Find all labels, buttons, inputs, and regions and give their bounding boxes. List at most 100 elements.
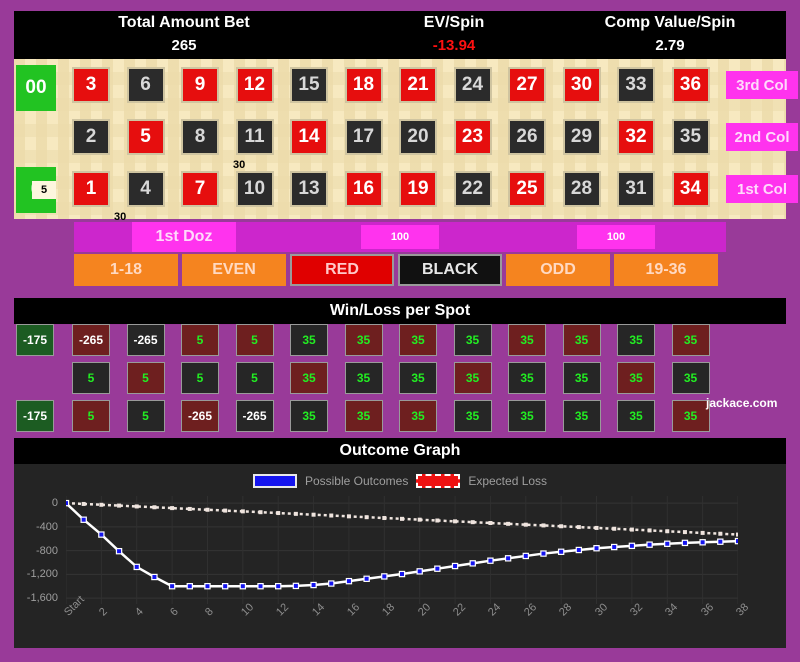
column-bet-2[interactable]: 2nd Col <box>726 123 798 151</box>
roulette-analyzer: Total Amount Bet 265 EV/Spin -13.94 Comp… <box>0 0 800 662</box>
bet-spot-24[interactable]: 24 <box>453 67 492 103</box>
stat-value: 2.79 <box>655 37 685 54</box>
stat-ev-per-spin: EV/Spin -13.94 <box>354 11 554 59</box>
winloss-cell: 35 <box>617 324 655 356</box>
bet-spot-23[interactable]: 23 <box>453 119 492 155</box>
winloss-cell: 35 <box>453 362 492 394</box>
bet-spot-29[interactable]: 29 <box>562 119 601 155</box>
winloss-cell: -265 <box>126 324 165 356</box>
outside-bets[interactable]: 1-18 EVEN RED BLACK ODD 19-36 <box>14 254 786 286</box>
stat-title: Comp Value/Spin <box>604 14 736 31</box>
bet-spot-4[interactable]: 4 <box>126 171 165 207</box>
bet-spot-7[interactable]: 7 <box>181 171 219 207</box>
bet-spot-28[interactable]: 28 <box>562 171 601 207</box>
winloss-cell: 35 <box>344 400 383 432</box>
bet-spot-6[interactable]: 6 <box>126 67 165 103</box>
outside-bet-even[interactable]: EVEN <box>182 254 286 286</box>
winloss-cell: -265 <box>235 400 274 432</box>
stat-value: 265 <box>171 37 197 54</box>
bet-spot-17[interactable]: 17 <box>344 119 383 155</box>
bet-spot-11[interactable]: 11 <box>235 119 274 155</box>
stat-title: Total Amount Bet <box>118 14 250 31</box>
bet-spot-26[interactable]: 26 <box>508 119 546 155</box>
y-axis-tick: -1,200 <box>26 568 58 581</box>
y-axis-tick: -800 <box>35 544 58 557</box>
bet-spot-34[interactable]: 34 <box>671 171 710 207</box>
winloss-cell: 35 <box>290 324 328 356</box>
stat-total-amount-bet: Total Amount Bet 265 <box>14 11 354 59</box>
winloss-cell: 5 <box>72 400 110 432</box>
bet-spot-27[interactable]: 27 <box>508 67 546 103</box>
bet-spot-25[interactable]: 25 <box>508 171 546 207</box>
column-bet-3[interactable]: 3rd Col <box>726 71 798 99</box>
y-axis-tick: -400 <box>35 520 58 533</box>
bet-spot-10[interactable]: 10 <box>235 171 274 207</box>
winloss-cell: 35 <box>508 324 546 356</box>
bet-chip[interactable]: 5 <box>32 181 56 199</box>
dozen-bet-1[interactable]: 1st Doz <box>74 222 294 252</box>
dozen-bet-2[interactable]: 100 <box>290 222 510 252</box>
outside-bet-19-36[interactable]: 19-36 <box>614 254 718 286</box>
dozen-bet-3[interactable]: 100 <box>506 222 726 252</box>
bet-spot-5[interactable]: 5 <box>126 119 165 155</box>
outcome-chart: Possible Outcomes Expected Loss 0 -400 -80… <box>14 464 786 648</box>
bet-spot-20[interactable]: 20 <box>399 119 437 155</box>
winloss-cell: 35 <box>290 362 328 394</box>
winloss-cell: 5 <box>235 362 274 394</box>
bet-spot-2[interactable]: 2 <box>72 119 110 155</box>
bet-spot-16[interactable]: 16 <box>344 171 383 207</box>
bet-chip[interactable]: 30 <box>233 159 245 171</box>
site-watermark: jackace.com <box>706 396 778 410</box>
legend-swatch-expected-loss <box>416 474 461 488</box>
column-bet-1[interactable]: 1st Col <box>726 175 798 203</box>
y-axis-tick: 0 <box>51 497 58 510</box>
winloss-cell: 35 <box>508 362 546 394</box>
bet-spot-14[interactable]: 14 <box>290 119 328 155</box>
bet-spot-21[interactable]: 21 <box>399 67 437 103</box>
bet-spot-22[interactable]: 22 <box>453 171 492 207</box>
winloss-cell: 35 <box>562 400 601 432</box>
bet-spot-3[interactable]: 3 <box>72 67 110 103</box>
x-axis-tick: 6 <box>168 605 181 619</box>
chart-svg <box>66 496 738 604</box>
bet-spot-13[interactable]: 13 <box>290 171 328 207</box>
winloss-cell: 35 <box>617 400 655 432</box>
bet-spot-36[interactable]: 36 <box>671 67 710 103</box>
bet-spot-18[interactable]: 18 <box>344 67 383 103</box>
bet-spot-12[interactable]: 12 <box>235 67 274 103</box>
bet-spot-19[interactable]: 19 <box>399 171 437 207</box>
legend-label-expected-loss: Expected Loss <box>468 474 548 488</box>
bet-spot-9[interactable]: 9 <box>181 67 219 103</box>
winloss-cell: 35 <box>399 324 437 356</box>
bet-spot-15[interactable]: 15 <box>290 67 328 103</box>
outside-bet-black[interactable]: BLACK <box>398 254 502 286</box>
chart-legend: Possible Outcomes Expected Loss <box>14 472 786 490</box>
outside-bet-red[interactable]: RED <box>290 254 394 286</box>
bet-spot-32[interactable]: 32 <box>617 119 655 155</box>
roulette-betting-table[interactable]: 00 0 36912151821242730333625811141720232… <box>14 59 798 223</box>
x-axis-tick: 8 <box>203 605 217 619</box>
bet-spot-35[interactable]: 35 <box>671 119 710 155</box>
winloss-cell: 35 <box>290 400 328 432</box>
winloss-cell: 35 <box>617 362 655 394</box>
winloss-cell: 35 <box>453 324 492 356</box>
bet-spot-30[interactable]: 30 <box>562 67 601 103</box>
stat-comp-value-per-spin: Comp Value/Spin 2.79 <box>554 11 786 59</box>
winloss-cell-zero: -175 <box>16 324 54 356</box>
bet-spot-31[interactable]: 31 <box>617 171 655 207</box>
outside-bet-odd[interactable]: ODD <box>506 254 610 286</box>
stats-bar: Total Amount Bet 265 EV/Spin -13.94 Comp… <box>14 11 786 59</box>
legend-label-possible-outcomes: Possible Outcomes <box>304 474 409 488</box>
dozen-bets[interactable]: 1st Doz 100 100 <box>14 222 786 252</box>
stat-value: -13.94 <box>432 37 476 54</box>
bet-spot-8[interactable]: 8 <box>181 119 219 155</box>
stat-title: EV/Spin <box>423 14 485 31</box>
bet-spot-00[interactable]: 00 <box>16 65 56 111</box>
winloss-cell: 35 <box>671 324 710 356</box>
bet-spot-33[interactable]: 33 <box>617 67 655 103</box>
legend-swatch-possible-outcomes <box>252 474 297 488</box>
outside-bet-1-18[interactable]: 1-18 <box>74 254 178 286</box>
bet-spot-1[interactable]: 1 <box>72 171 110 207</box>
winloss-cell: 35 <box>399 400 437 432</box>
winloss-grid: -175 -175 -265 -265 5 5 35 35 35 35 35 35 35 35 5 5 5 5 3… <box>14 324 786 434</box>
